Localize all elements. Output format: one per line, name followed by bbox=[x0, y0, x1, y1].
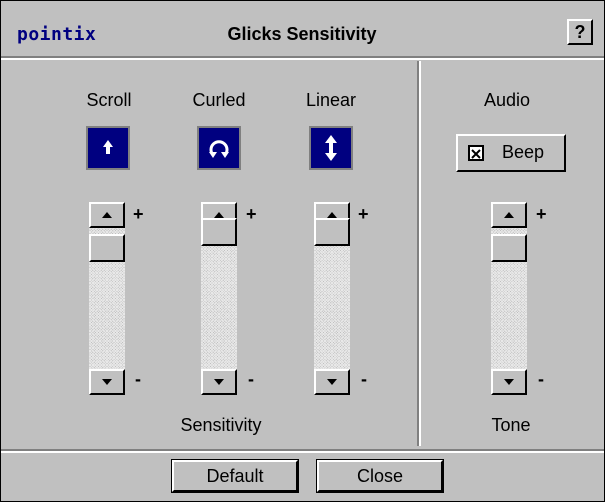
beep-checkbox[interactable] bbox=[468, 145, 484, 161]
slider-up-button[interactable] bbox=[89, 202, 125, 228]
tone-label: Tone bbox=[491, 415, 531, 435]
check-x-icon bbox=[471, 149, 481, 159]
beep-label: Beep bbox=[502, 142, 545, 162]
scroll-sensitivity-slider[interactable] bbox=[89, 200, 125, 396]
slider-track[interactable] bbox=[201, 228, 237, 376]
default-button[interactable]: Default bbox=[171, 459, 299, 493]
minus-label: - bbox=[248, 369, 254, 389]
title-bar: pointix Glicks Sensitivity ? bbox=[7, 6, 597, 56]
tone-slider[interactable] bbox=[491, 200, 527, 396]
scroll-label: Scroll bbox=[86, 90, 132, 110]
plus-label: + bbox=[536, 204, 547, 224]
slider-thumb[interactable] bbox=[491, 234, 527, 262]
plus-label: + bbox=[246, 204, 257, 224]
scroll-arrow-icon bbox=[86, 126, 130, 170]
slider-down-button[interactable] bbox=[89, 369, 125, 395]
linear-sensitivity-slider[interactable] bbox=[314, 200, 350, 396]
plus-label: + bbox=[358, 204, 369, 224]
slider-thumb[interactable] bbox=[314, 218, 350, 246]
slider-thumb[interactable] bbox=[201, 218, 237, 246]
minus-label: - bbox=[538, 369, 544, 389]
down-arrow-icon bbox=[214, 379, 224, 385]
audio-label: Audio bbox=[483, 90, 531, 110]
dialog-title: Glicks Sensitivity bbox=[227, 24, 377, 44]
bottom-divider bbox=[1, 449, 604, 453]
curled-arrow-icon bbox=[197, 126, 241, 170]
sensitivity-footer-label: Sensitivity bbox=[180, 415, 262, 435]
minus-label: - bbox=[361, 369, 367, 389]
glicks-sensitivity-dialog: pointix Glicks Sensitivity ? Scroll Curl… bbox=[0, 0, 605, 502]
down-arrow-icon bbox=[327, 379, 337, 385]
curled-sensitivity-slider[interactable] bbox=[201, 200, 237, 396]
up-arrow-icon bbox=[102, 212, 112, 218]
up-arrow-icon bbox=[504, 212, 514, 218]
linear-arrow-icon bbox=[309, 126, 353, 170]
down-arrow-icon bbox=[504, 379, 514, 385]
plus-label: + bbox=[133, 204, 144, 224]
section-divider bbox=[417, 61, 421, 446]
down-arrow-icon bbox=[102, 379, 112, 385]
beep-toggle[interactable]: Beep bbox=[456, 134, 566, 172]
minus-label: - bbox=[135, 369, 141, 389]
close-button[interactable]: Close bbox=[316, 459, 444, 493]
slider-track[interactable] bbox=[314, 228, 350, 376]
linear-label: Linear bbox=[305, 90, 357, 110]
slider-up-button[interactable] bbox=[491, 202, 527, 228]
slider-down-button[interactable] bbox=[491, 369, 527, 395]
slider-down-button[interactable] bbox=[314, 369, 350, 395]
slider-thumb[interactable] bbox=[89, 234, 125, 262]
curled-label: Curled bbox=[192, 90, 246, 110]
help-button[interactable]: ? bbox=[567, 19, 593, 45]
slider-down-button[interactable] bbox=[201, 369, 237, 395]
top-divider bbox=[1, 56, 604, 60]
